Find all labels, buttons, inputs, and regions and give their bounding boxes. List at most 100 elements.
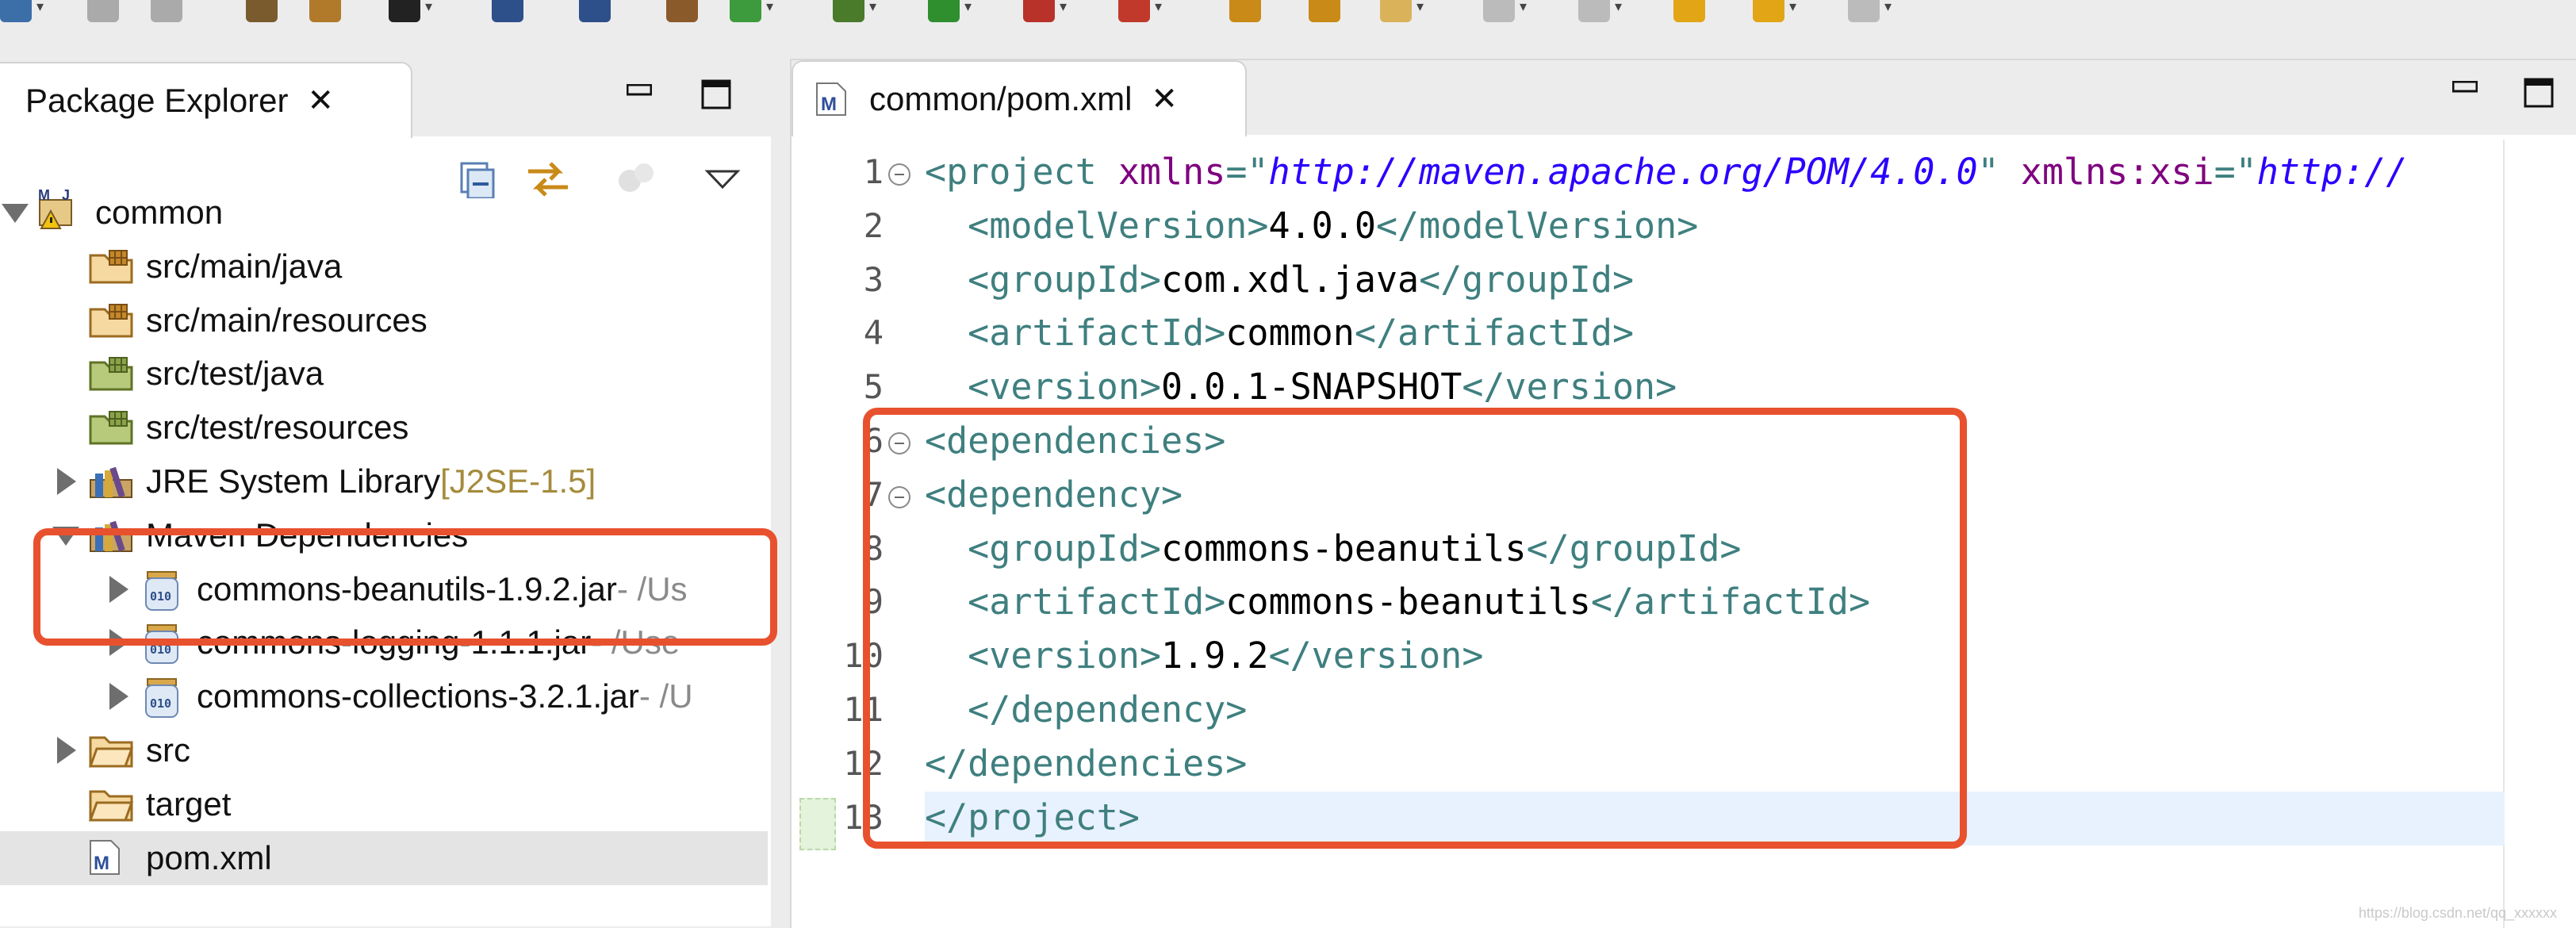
line-number: 1	[863, 152, 884, 191]
avatar-button[interactable]: ▾	[389, 0, 432, 24]
xml-tag-token: <version>	[925, 366, 1162, 408]
forward-icon	[1848, 0, 1880, 22]
tree-item[interactable]: M Jcommon	[0, 186, 771, 240]
main-toolbar: ▾ ▾ ▾ ▾ ▾ ▾ ▾ ▾ ▾ ▾ ▾ ▾	[0, 0, 2576, 30]
tree-item[interactable]: JRE System Library[J2SE-1.5]	[0, 454, 771, 508]
chevron-down-icon[interactable]: ▾	[425, 0, 432, 15]
code-line[interactable]: 5 <version>0.0.1-SNAPSHOT</version>	[792, 361, 2576, 415]
tab-pom-xml[interactable]: M common/pom.xml ✕	[792, 60, 1247, 136]
back-history-icon	[1753, 0, 1784, 22]
chevron-down-icon[interactable]: ▾	[766, 0, 773, 15]
pom-file-icon: M	[815, 82, 847, 117]
xml-tag-token: ="	[2214, 151, 2257, 193]
dependencies-highlight-box	[863, 408, 1967, 849]
chevron-down-icon[interactable]: ▾	[1416, 0, 1424, 15]
pen-button[interactable]: ▾	[1380, 0, 1424, 24]
external-tools-button[interactable]: ▾	[1118, 0, 1162, 24]
task-button[interactable]: ▾	[1483, 0, 1527, 24]
tree-item[interactable]: src/main/resources	[0, 293, 771, 347]
svg-text:M: M	[38, 189, 50, 203]
tree-item[interactable]: src/main/java	[0, 240, 771, 293]
code-line[interactable]: 3 <groupId>com.xdl.java</groupId>	[792, 254, 2576, 308]
fold-toggle-icon[interactable]	[888, 163, 910, 186]
chevron-down-icon[interactable]: ▾	[1155, 0, 1162, 15]
maximize-button[interactable]	[2524, 78, 2554, 108]
svg-text:010: 010	[150, 696, 171, 711]
back-button[interactable]	[1673, 0, 1705, 24]
tree-item[interactable]: src/test/resources	[0, 401, 771, 454]
tree-item[interactable]: Mpom.xml	[0, 830, 768, 885]
back-history-button[interactable]: ▾	[1753, 0, 1796, 24]
debug-icon	[833, 0, 864, 22]
tool-button[interactable]	[246, 0, 278, 24]
open-file-button[interactable]	[1309, 0, 1340, 24]
up-button[interactable]: ▾	[1578, 0, 1622, 24]
tree-item-text: common	[95, 194, 224, 231]
chevron-down-icon[interactable]	[2, 204, 29, 223]
svg-text:J: J	[62, 189, 70, 203]
line-number: 2	[863, 205, 884, 245]
chevron-down-icon[interactable]: ▾	[1884, 0, 1892, 15]
tree-item[interactable]: src/test/java	[0, 347, 771, 401]
tree-item[interactable]: target	[0, 777, 771, 831]
code-line[interactable]: 1 <project xmlns="http://maven.apache.org…	[792, 146, 2576, 200]
open-file-icon	[1309, 0, 1340, 22]
tree-item-text: pom.xml	[146, 838, 272, 876]
maximize-button[interactable]	[701, 79, 731, 109]
refresh-button[interactable]	[309, 0, 341, 24]
sync-button[interactable]: ▾	[730, 0, 773, 24]
xml-text-token: com.xdl.java	[1161, 258, 1420, 301]
new-button[interactable]: ▾	[0, 0, 44, 24]
pen-icon	[1380, 0, 1412, 22]
tree-item-text: src/main/resources	[146, 301, 427, 339]
open-folder-icon	[1229, 0, 1261, 22]
source-folder-icon	[89, 301, 133, 339]
save-all-icon	[151, 0, 182, 22]
monitor-button[interactable]	[492, 0, 523, 24]
pom-file-icon: M	[89, 839, 133, 877]
minimize-button[interactable]	[2451, 80, 2478, 98]
tree-item-label: src/main/resources	[146, 301, 427, 339]
close-icon[interactable]: ✕	[1151, 83, 1178, 115]
minimize-button[interactable]	[626, 83, 653, 102]
tab-package-explorer[interactable]: Package Explorer ✕	[0, 62, 412, 138]
chevron-down-icon[interactable]: ▾	[869, 0, 876, 15]
tree-item-label: src	[146, 731, 190, 769]
chevron-right-icon[interactable]	[109, 683, 128, 711]
external-tools-icon	[1118, 0, 1150, 22]
chevron-right-icon[interactable]	[57, 468, 76, 495]
code-text: <project xmlns="http://maven.apache.org/…	[925, 151, 2407, 193]
back-icon	[1673, 0, 1705, 22]
run-icon	[928, 0, 960, 22]
chevron-down-icon[interactable]: ▾	[964, 0, 972, 15]
run-button[interactable]: ▾	[928, 0, 972, 24]
search-button[interactable]	[579, 0, 611, 24]
debug-button[interactable]: ▾	[833, 0, 876, 24]
code-line[interactable]: 2 <modelVersion>4.0.0</modelVersion>	[792, 200, 2576, 254]
save-button[interactable]	[87, 0, 119, 24]
chevron-right-icon[interactable]	[57, 737, 76, 764]
tree-item[interactable]: src	[0, 723, 771, 777]
run-config-button[interactable]: ▾	[1023, 0, 1067, 24]
code-text: <modelVersion>4.0.0</modelVersion>	[925, 205, 1698, 247]
open-folder-button[interactable]	[1229, 0, 1261, 24]
tree-item-text: JRE System Library	[146, 462, 441, 500]
chevron-down-icon[interactable]: ▾	[36, 0, 44, 15]
chevron-down-icon[interactable]: ▾	[1520, 0, 1527, 15]
tree-item-text: target	[146, 784, 232, 823]
tree-item-label: target	[146, 785, 231, 823]
xml-val-token: http://maven.apache.org/POM/4.0.0	[1268, 151, 1978, 193]
package-button[interactable]	[666, 0, 698, 24]
forward-button[interactable]: ▾	[1848, 0, 1892, 24]
xml-attr-token: xmlns:xsi	[2020, 151, 2214, 193]
tree-item[interactable]: 010 commons-collections-3.2.1.jar- /U	[0, 669, 771, 723]
run-config-icon	[1023, 0, 1055, 22]
code-line[interactable]: 4 <artifactId>common</artifactId>	[792, 307, 2576, 361]
close-icon[interactable]: ✕	[308, 85, 335, 117]
chevron-down-icon[interactable]: ▾	[1060, 0, 1067, 15]
chevron-down-icon[interactable]: ▾	[1789, 0, 1796, 15]
explorer-title: Package Explorer	[25, 82, 289, 119]
save-all-button[interactable]	[151, 0, 182, 24]
chevron-down-icon[interactable]: ▾	[1615, 0, 1622, 15]
monitor-icon	[492, 0, 523, 22]
